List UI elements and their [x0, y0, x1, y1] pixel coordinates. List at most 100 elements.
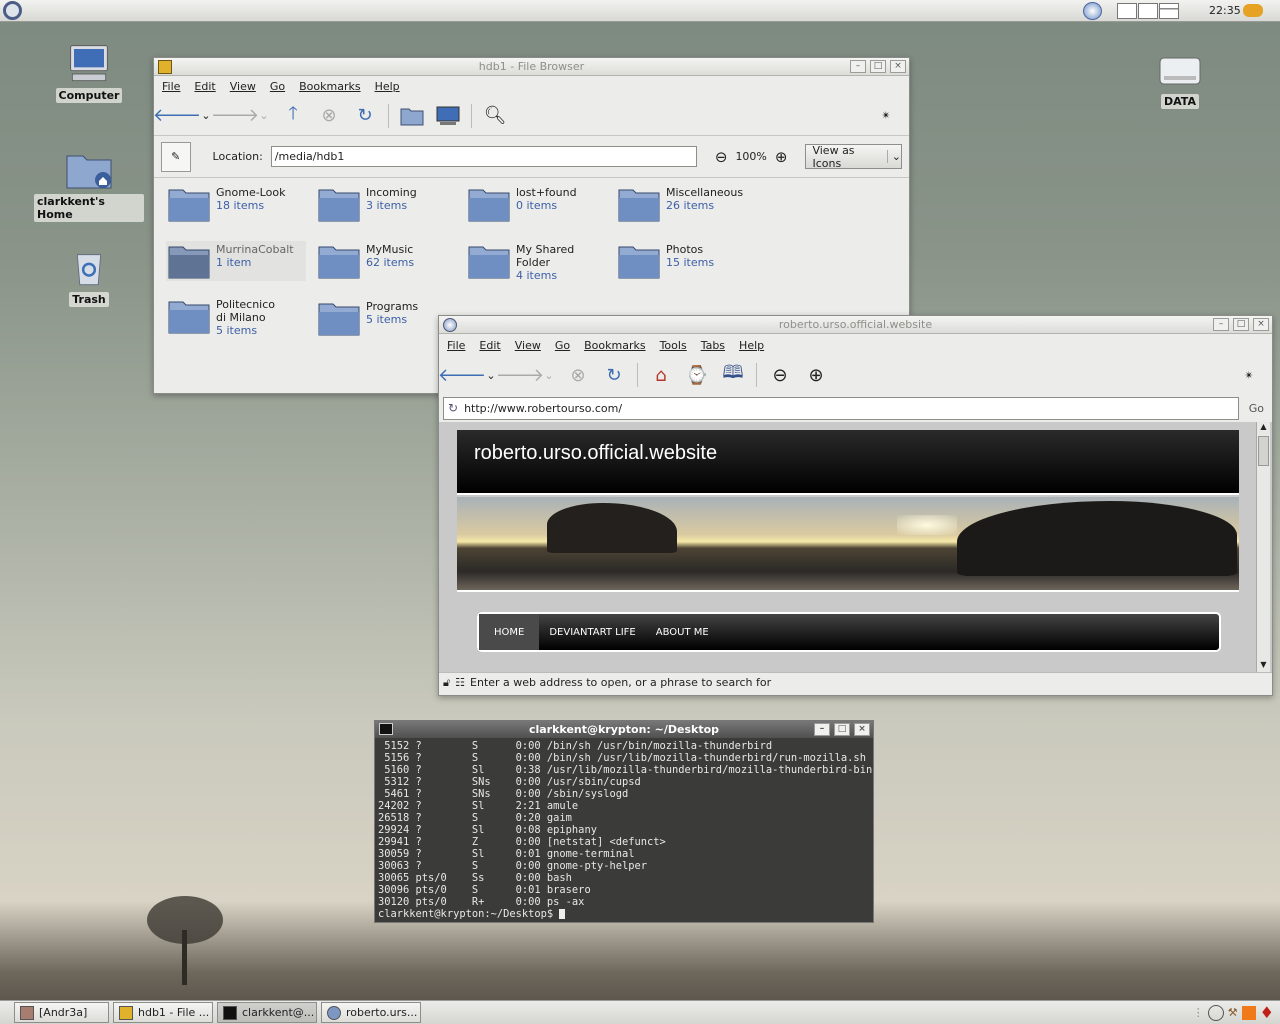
keys-icon[interactable]	[1243, 4, 1263, 17]
menu-view[interactable]: View	[230, 80, 256, 93]
menu-bookmarks[interactable]: Bookmarks	[299, 80, 360, 93]
desktop-icon-computer[interactable]: Computer	[34, 44, 144, 103]
back-arrow-icon[interactable]: 🡐	[153, 103, 201, 129]
menu-edit[interactable]: Edit	[194, 80, 215, 93]
workspace-1[interactable]	[1117, 3, 1137, 19]
history-icon[interactable]: ⌚	[684, 362, 710, 388]
file-browser-window-icon[interactable]	[158, 60, 172, 74]
network-icon[interactable]	[1083, 2, 1102, 20]
desktop-icon-trash[interactable]: Trash	[34, 248, 144, 307]
scroll-down-arrow[interactable]: ▼	[1257, 660, 1270, 672]
folder-item[interactable]: MurrinaCobalt 1 item	[166, 241, 306, 281]
folder-item[interactable]: My Shared Folder 4 items	[466, 241, 606, 284]
taskbar-button[interactable]: hdb1 - File ...	[113, 1002, 213, 1023]
maximize-button[interactable]: □	[834, 723, 850, 736]
main-menu-icon[interactable]	[3, 1, 22, 20]
zoom-in-icon[interactable]: ⊕	[775, 148, 788, 166]
web-browser-titlebar[interactable]: roberto.urso.official.website – □ ×	[439, 316, 1272, 334]
home-icon[interactable]: ⌂	[648, 362, 674, 388]
zoom-level[interactable]: 100%	[735, 150, 766, 163]
stop-icon[interactable]: ⊗	[565, 362, 591, 388]
menu-edit[interactable]: Edit	[479, 339, 500, 352]
clock[interactable]: 22:35	[1209, 4, 1241, 17]
home-folder-icon[interactable]	[399, 103, 425, 129]
folder-item[interactable]: Incoming 3 items	[316, 184, 456, 224]
search-icon[interactable]: 🔍︎	[482, 103, 508, 129]
nav-deviantart-life[interactable]: DEVIANTART LIFE	[539, 627, 645, 638]
scroll-up-arrow[interactable]: ▲	[1257, 422, 1270, 434]
folder-item[interactable]: Photos 15 items	[616, 241, 756, 281]
desktop-icon-label: Trash	[69, 292, 109, 307]
browser-menubar: File Edit View Go Bookmarks Tools Tabs H…	[439, 334, 1272, 356]
folder-item[interactable]: MyMusic 62 items	[316, 241, 456, 281]
up-arrow-icon[interactable]: 🡑	[280, 103, 306, 129]
minimize-button[interactable]: –	[850, 60, 866, 73]
desktop-icon-home[interactable]: clarkkent's Home	[34, 150, 144, 222]
globe-icon[interactable]	[443, 318, 457, 332]
menu-file[interactable]: File	[447, 339, 465, 352]
taskbar-button[interactable]: roberto.urs...	[321, 1002, 421, 1023]
go-button[interactable]: Go	[1245, 402, 1268, 415]
menu-tabs[interactable]: Tabs	[701, 339, 725, 352]
menu-view[interactable]: View	[515, 339, 541, 352]
bookmarks-icon[interactable]: 🕮︎	[720, 362, 746, 388]
minimize-button[interactable]: –	[1213, 318, 1229, 331]
folder-item[interactable]: Programs 5 items	[316, 298, 456, 338]
menu-help[interactable]: Help	[739, 339, 764, 352]
menu-go[interactable]: Go	[555, 339, 570, 352]
terminal-window[interactable]: clarkkent@krypton: ~/Desktop – □ × 5152 ? …	[374, 720, 874, 923]
zoom-out-icon[interactable]: ⊖	[715, 148, 728, 166]
workspace-3[interactable]	[1159, 3, 1179, 19]
close-button[interactable]: ×	[1253, 318, 1269, 331]
menu-tools[interactable]: Tools	[660, 339, 687, 352]
workspace-switcher[interactable]	[1117, 3, 1179, 19]
file-browser-titlebar[interactable]: hdb1 - File Browser – □ ×	[154, 58, 909, 76]
zoom-out-icon[interactable]: ⊖	[767, 362, 793, 388]
terminal-titlebar[interactable]: clarkkent@krypton: ~/Desktop – □ ×	[375, 721, 873, 738]
view-mode-select[interactable]: View as Icons ⌄	[805, 144, 902, 170]
menu-bookmarks[interactable]: Bookmarks	[584, 339, 645, 352]
terminal-line: 5152 ? S 0:00 /bin/sh /usr/bin/mozilla-t…	[378, 740, 773, 752]
edit-location-icon[interactable]: ✎	[161, 141, 191, 172]
folder-name: MyMusic	[366, 243, 414, 256]
reload-icon[interactable]: ↻	[352, 103, 378, 129]
folder-item[interactable]: lost+found 0 items	[466, 184, 606, 224]
reload-icon[interactable]: ↻	[601, 362, 627, 388]
ruby-icon[interactable]: ♦	[1260, 1003, 1274, 1022]
menu-file[interactable]: File	[162, 80, 180, 93]
terminal-output[interactable]: 5152 ? S 0:00 /bin/sh /usr/bin/mozilla-t…	[375, 738, 873, 922]
computer-icon[interactable]	[435, 103, 461, 129]
minimize-button[interactable]: –	[814, 723, 830, 736]
chevron-down-icon[interactable]: ⌄	[543, 362, 555, 388]
nav-home[interactable]: HOME	[479, 614, 540, 650]
location-input[interactable]: /media/hdb1	[270, 146, 697, 167]
close-button[interactable]: ×	[890, 60, 906, 73]
zoom-in-icon[interactable]: ⊕	[803, 362, 829, 388]
desktop-icon-data[interactable]: DATA	[1125, 50, 1235, 109]
folder-item[interactable]: Miscellaneous 26 items	[616, 184, 756, 224]
gauge-icon[interactable]	[1207, 1004, 1224, 1021]
taskbar-button[interactable]: [Andr3a]	[14, 1002, 109, 1023]
update-icon[interactable]	[1241, 1005, 1256, 1020]
web-browser-window[interactable]: roberto.urso.official.website – □ × File E…	[438, 315, 1273, 696]
maximize-button[interactable]: □	[1233, 318, 1249, 331]
chevron-down-icon[interactable]: ⌄	[258, 103, 270, 129]
back-arrow-icon[interactable]: 🡐	[438, 362, 486, 388]
folder-item[interactable]: Politecnico di Milano 5 items	[166, 296, 286, 339]
workspace-2[interactable]	[1138, 3, 1158, 19]
forward-arrow-icon[interactable]: 🡒	[496, 362, 544, 388]
scroll-thumb[interactable]	[1258, 436, 1269, 466]
nav-about-me[interactable]: ABOUT ME	[646, 627, 719, 638]
forward-arrow-icon[interactable]: 🡒	[211, 103, 259, 129]
folder-item[interactable]: Gnome-Look 18 items	[166, 184, 306, 224]
tools-icon[interactable]: ⚒	[1228, 1006, 1238, 1019]
close-button[interactable]: ×	[854, 723, 870, 736]
menu-go[interactable]: Go	[270, 80, 285, 93]
taskbar-button[interactable]: clarkkent@...	[217, 1002, 317, 1023]
terminal-icon[interactable]	[379, 723, 393, 735]
address-input[interactable]: ↻ http://www.robertourso.com/	[443, 396, 1239, 420]
stop-icon[interactable]: ⊗	[316, 103, 342, 129]
menu-help[interactable]: Help	[375, 80, 400, 93]
vertical-scrollbar[interactable]: ▲ ▼	[1256, 422, 1270, 672]
maximize-button[interactable]: □	[870, 60, 886, 73]
